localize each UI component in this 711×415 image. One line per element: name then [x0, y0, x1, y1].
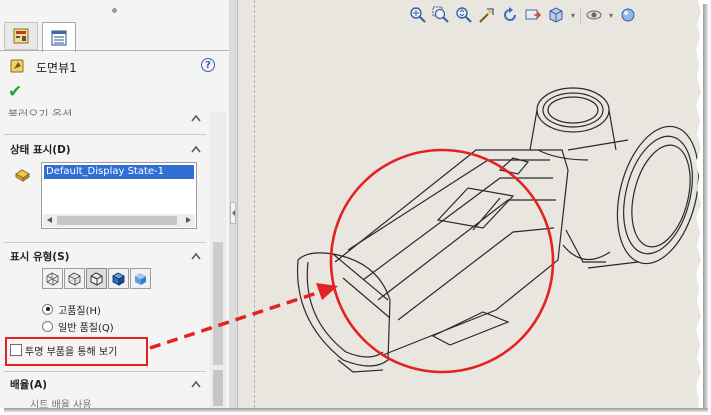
radio-button[interactable] [42, 320, 53, 332]
page-title: 도면뷰1 [36, 61, 77, 75]
display-style-buttons [42, 268, 151, 290]
annotation-overlay [329, 148, 555, 374]
display-style-section-title[interactable]: 표시 유형(S) [10, 249, 69, 264]
chevron-up-icon[interactable] [191, 252, 201, 260]
app-window: 도면뷰1 ? ✔ 불러오기 옵션 상태 표시(D) Default_Displa… [0, 0, 703, 408]
collapse-panel-handle[interactable] [230, 202, 236, 224]
hidden-lines-removed-icon [90, 272, 103, 286]
use-sheet-scale-option[interactable]: 시트 배율 사용 [30, 396, 92, 408]
window-shadow [4, 408, 708, 412]
shaded-button[interactable] [130, 268, 151, 289]
panel-grip[interactable] [112, 8, 117, 13]
radio-draft-quality[interactable]: 일반 품질(Q) [42, 319, 114, 334]
scroll-left-icon[interactable] [47, 217, 52, 223]
hidden-lines-visible-button[interactable] [64, 268, 85, 289]
property-manager-panel: 도면뷰1 ? ✔ 불러오기 옵션 상태 표시(D) Default_Displa… [0, 0, 230, 408]
load-options-section-title: 불러오기 옵션 [8, 108, 73, 116]
scale-section-title[interactable]: 배율(A) [10, 377, 47, 392]
see-through-checkbox-label[interactable]: 투명 부품을 통해 보기 [25, 343, 117, 358]
display-state-icon [15, 169, 30, 182]
help-button[interactable]: ? [201, 58, 215, 72]
accept-button[interactable]: ✔ [8, 82, 22, 102]
torn-edge [696, 0, 703, 408]
radio-button[interactable] [42, 303, 53, 315]
horizontal-scrollbar[interactable] [43, 214, 195, 227]
hidden-lines-removed-button[interactable] [86, 268, 107, 289]
scroll-thumb[interactable] [57, 216, 177, 225]
wireframe-button[interactable] [42, 268, 63, 289]
panel-splitter[interactable] [229, 0, 238, 408]
section-divider [4, 134, 206, 135]
window-shadow [703, 4, 708, 412]
chevron-up-icon[interactable] [191, 114, 201, 122]
property-manager-icon [51, 30, 67, 45]
see-through-checkbox[interactable] [10, 344, 22, 356]
tab-divider [0, 50, 229, 51]
graphics-area[interactable]: ▾ ▾ [238, 0, 703, 408]
feature-tree-icon [13, 28, 29, 44]
chevron-up-icon[interactable] [191, 145, 201, 153]
scroll-track-lower[interactable] [213, 370, 223, 406]
drawing-view-icon [10, 59, 24, 73]
section-divider [4, 242, 206, 243]
radio-high-quality[interactable]: 고품질(H) [42, 302, 101, 317]
section-divider [4, 371, 206, 372]
scroll-right-icon[interactable] [186, 217, 191, 223]
tab-property-manager[interactable] [42, 22, 76, 52]
shaded-with-edges-icon [112, 272, 125, 286]
radio-label: 고품질(H) [58, 305, 101, 317]
scroll-thumb[interactable] [213, 242, 223, 365]
shaded-icon [135, 273, 146, 285]
display-state-section-title[interactable]: 상태 표시(D) [10, 142, 71, 157]
display-state-list[interactable]: Default_Display State-1 [41, 162, 197, 229]
chevron-up-icon[interactable] [191, 380, 201, 388]
wireframe-icon [46, 272, 59, 286]
tab-feature-manager[interactable] [4, 22, 38, 50]
hidden-lines-visible-icon [68, 272, 81, 286]
highlight-circle [329, 148, 555, 374]
list-item[interactable]: Default_Display State-1 [44, 165, 194, 179]
panel-vertical-scrollbar[interactable] [210, 112, 226, 408]
shaded-with-edges-button[interactable] [108, 268, 129, 289]
radio-label: 일반 품질(Q) [58, 322, 114, 334]
